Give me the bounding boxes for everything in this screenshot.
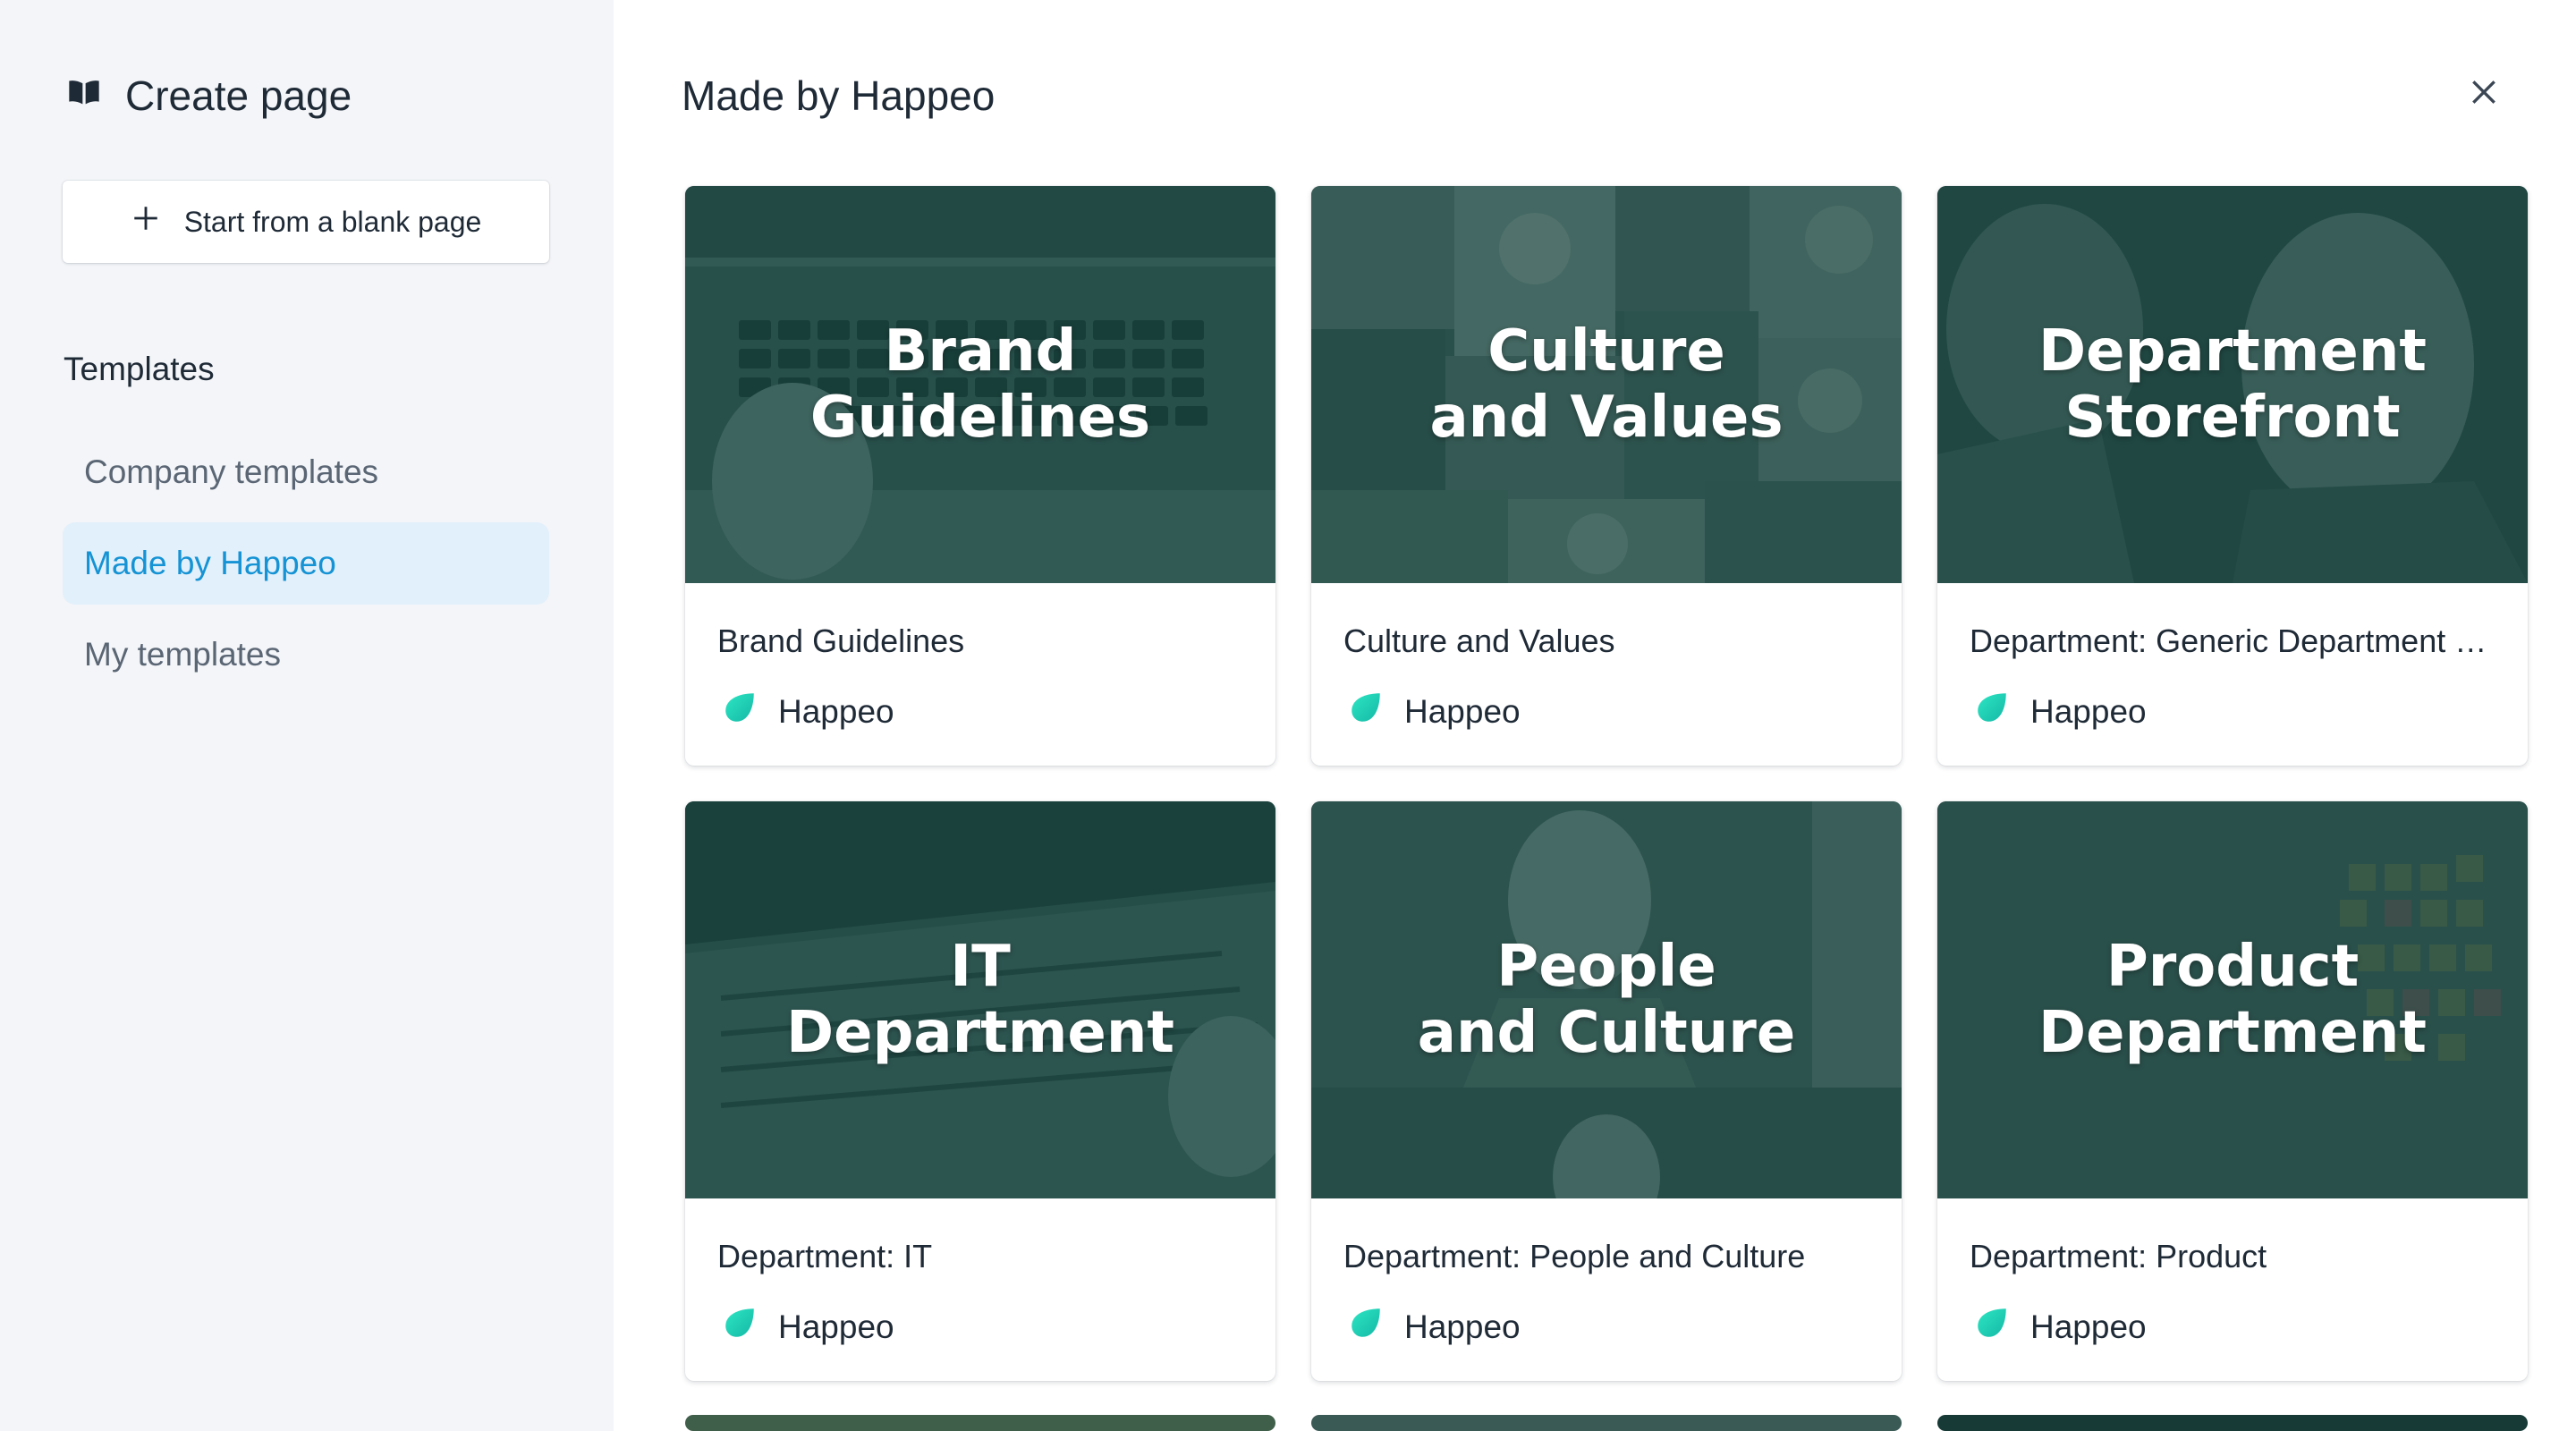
thumbnail-title: People and Culture xyxy=(1417,934,1796,1066)
sidebar: Create page Start from a blank page Temp… xyxy=(0,0,614,1431)
author-name: Happeo xyxy=(2030,1308,2147,1345)
thumbnail-title: IT Department xyxy=(786,934,1174,1066)
book-icon xyxy=(66,72,102,120)
template-card-partial[interactable] xyxy=(685,1415,1275,1431)
happeo-logo-icon xyxy=(721,689,758,734)
plus-icon xyxy=(131,203,161,241)
template-author: Happeo xyxy=(721,689,894,734)
template-thumbnail: Department Storefront xyxy=(1937,186,2528,583)
author-name: Happeo xyxy=(2030,692,2147,730)
template-name: Department: Product xyxy=(1970,1238,2267,1274)
nav-item-label: Company templates xyxy=(84,453,379,490)
template-name: Culture and Values xyxy=(1343,622,1615,659)
template-name: Department: Generic Department Storefron… xyxy=(1970,622,2506,659)
happeo-logo-icon xyxy=(1973,1304,2011,1350)
page-title: Made by Happeo xyxy=(682,72,996,119)
templates-heading: Templates xyxy=(64,351,215,387)
happeo-logo-icon xyxy=(1347,1304,1385,1350)
template-name: Brand Guidelines xyxy=(717,622,965,659)
sidebar-title: Create page xyxy=(125,72,352,119)
happeo-logo-icon xyxy=(1973,689,2011,734)
template-card-brand-guidelines[interactable]: Brand Guidelines Brand Guidelines Happeo xyxy=(685,186,1275,766)
template-author: Happeo xyxy=(721,1304,894,1350)
nav-item-company-templates[interactable]: Company templates xyxy=(63,431,549,513)
template-author: Happeo xyxy=(1973,689,2147,734)
template-name: Department: IT xyxy=(717,1238,933,1274)
nav-item-label: My templates xyxy=(84,636,282,673)
template-thumbnail: People and Culture xyxy=(1311,801,1902,1198)
start-blank-page-button[interactable]: Start from a blank page xyxy=(63,181,549,263)
template-author: Happeo xyxy=(1347,689,1521,734)
happeo-logo-icon xyxy=(1347,689,1385,734)
template-name: Department: People and Culture xyxy=(1343,1238,1806,1274)
thumbnail-title: Department Storefront xyxy=(2038,318,2427,451)
template-card-culture-and-values[interactable]: Culture and Values Culture and Values Ha… xyxy=(1311,186,1902,766)
sidebar-header: Create page xyxy=(66,72,352,120)
close-icon xyxy=(2466,74,2502,114)
author-name: Happeo xyxy=(1404,692,1521,730)
nav-item-label: Made by Happeo xyxy=(84,545,336,581)
template-card-product-department[interactable]: Product Department Department: Product H… xyxy=(1937,801,2528,1381)
template-card-people-and-culture[interactable]: People and Culture Department: People an… xyxy=(1311,801,1902,1381)
nav-item-made-by-happeo[interactable]: Made by Happeo xyxy=(63,522,549,605)
author-name: Happeo xyxy=(778,1308,894,1345)
template-thumbnail: Product Department xyxy=(1937,801,2528,1198)
template-card-partial[interactable] xyxy=(1311,1415,1902,1431)
close-button[interactable] xyxy=(2463,73,2504,114)
start-blank-page-label: Start from a blank page xyxy=(183,205,482,238)
nav-item-my-templates[interactable]: My templates xyxy=(63,614,549,696)
thumbnail-title: Brand Guidelines xyxy=(809,318,1151,451)
thumbnail-title: Product Department xyxy=(2038,934,2427,1066)
author-name: Happeo xyxy=(1404,1308,1521,1345)
thumbnail-title: Culture and Values xyxy=(1429,318,1784,451)
template-card-department-storefront[interactable]: Department Storefront Department: Generi… xyxy=(1937,186,2528,766)
template-card-partial[interactable] xyxy=(1937,1415,2528,1431)
template-author: Happeo xyxy=(1347,1304,1521,1350)
happeo-logo-icon xyxy=(721,1304,758,1350)
template-thumbnail: IT Department xyxy=(685,801,1275,1198)
template-thumbnail: Brand Guidelines xyxy=(685,186,1275,583)
author-name: Happeo xyxy=(778,692,894,730)
template-author: Happeo xyxy=(1973,1304,2147,1350)
template-thumbnail: Culture and Values xyxy=(1311,186,1902,583)
template-card-it-department[interactable]: IT Department Department: IT Happeo xyxy=(685,801,1275,1381)
